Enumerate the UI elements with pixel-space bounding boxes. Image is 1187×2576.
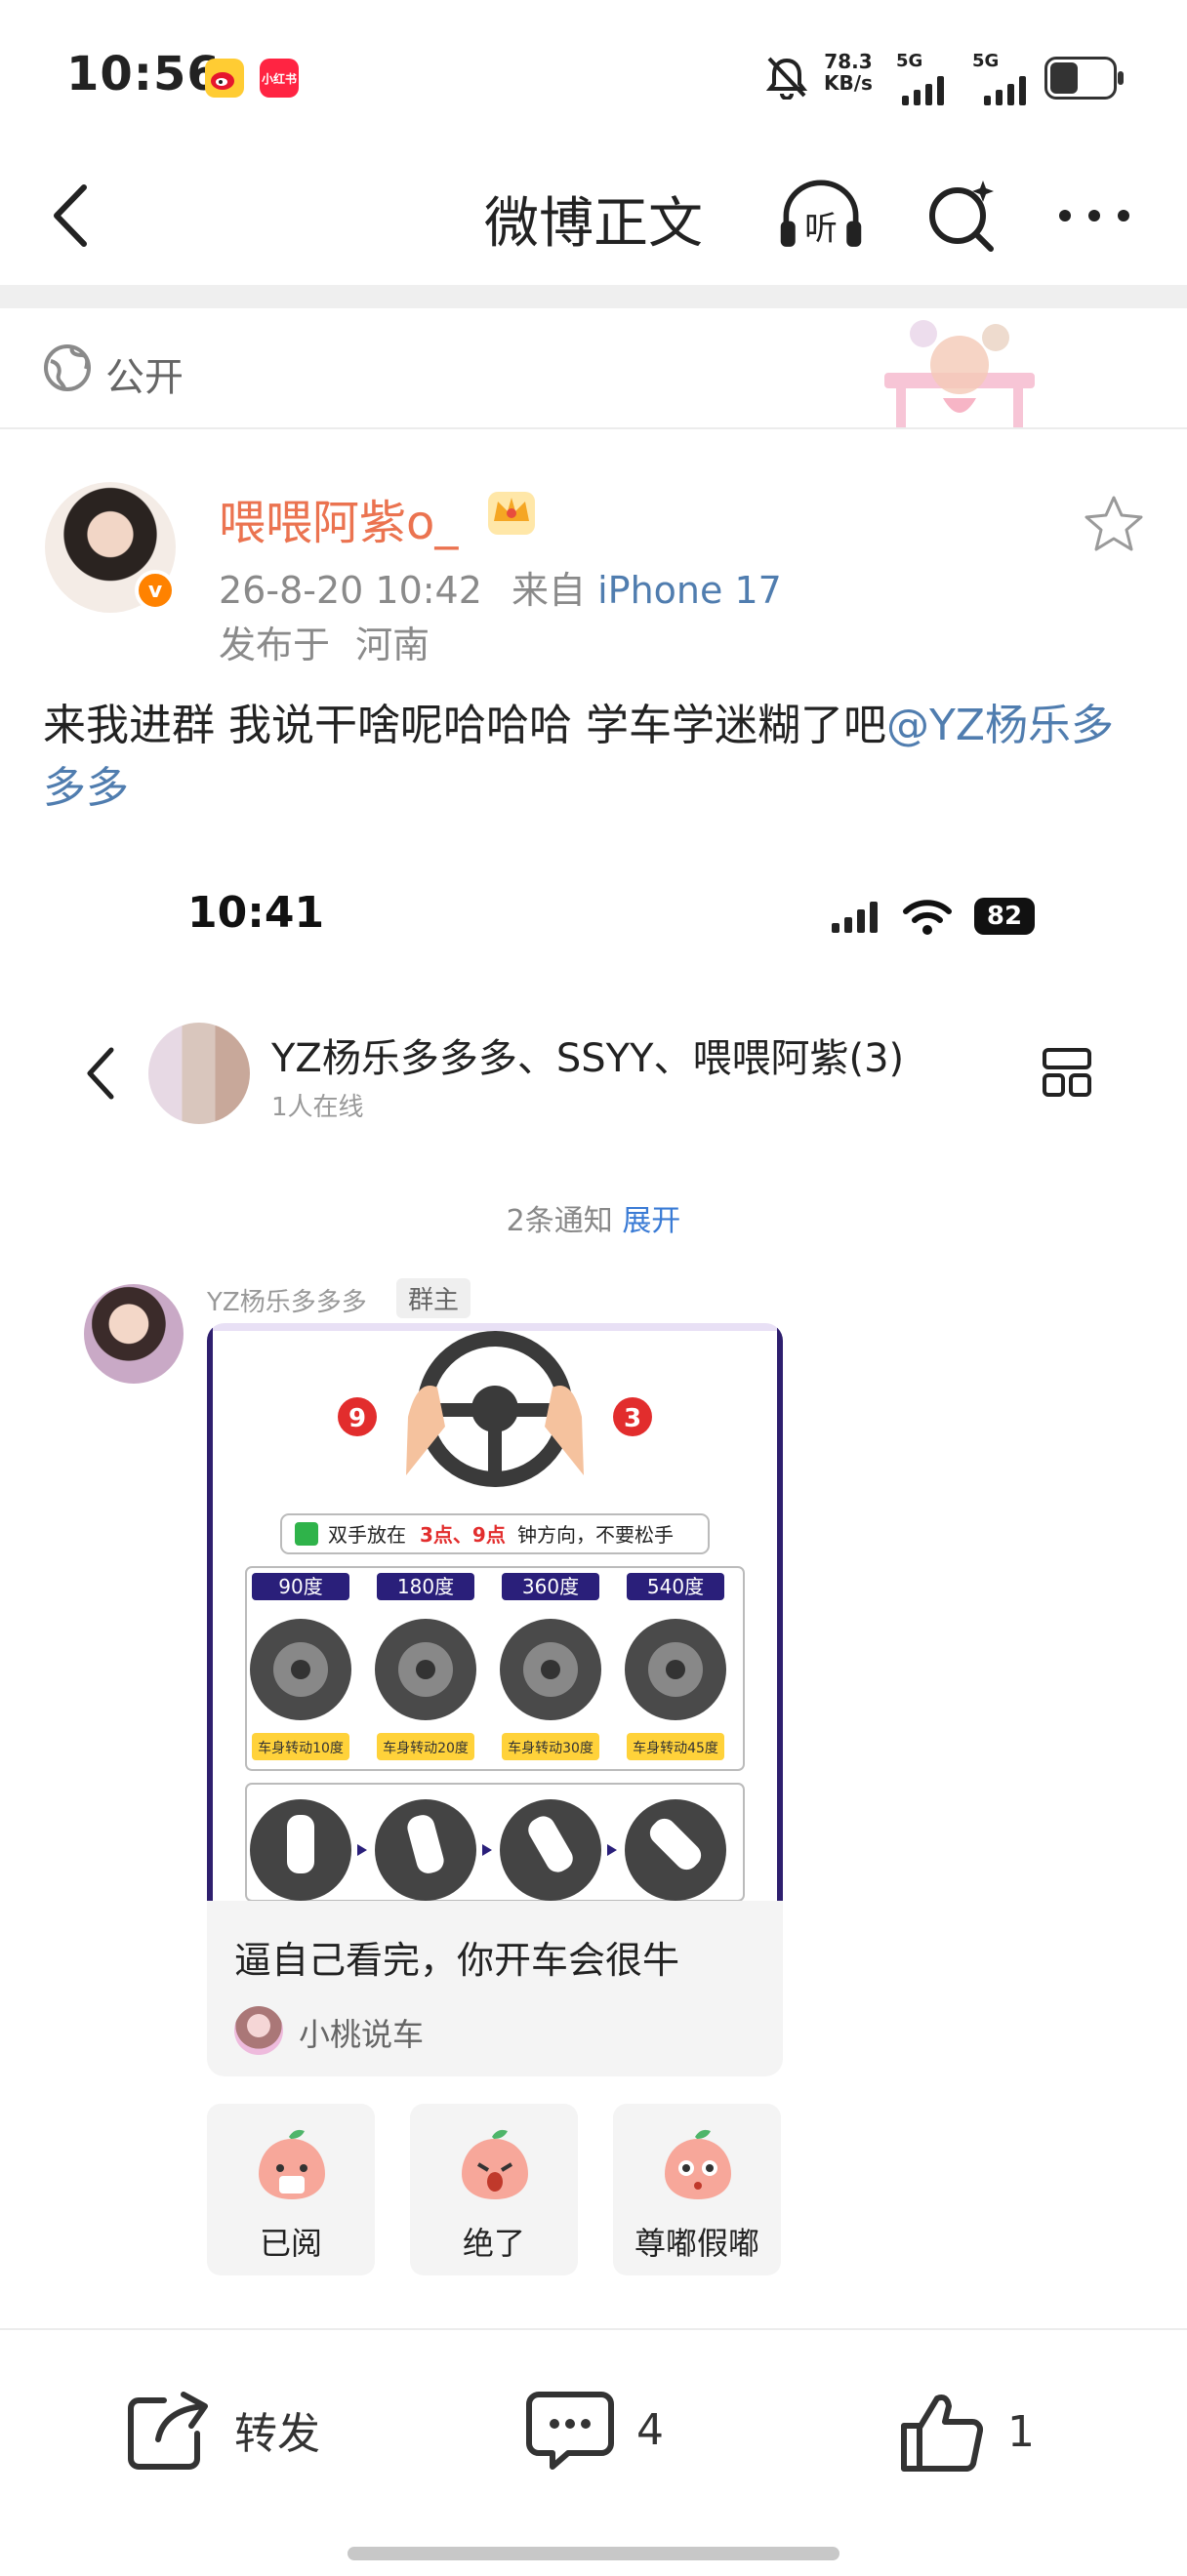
more-icon bbox=[1059, 210, 1129, 221]
svg-text:180度: 180度 bbox=[397, 1575, 454, 1598]
reaction-awesome: 绝了 bbox=[410, 2104, 578, 2275]
peach-face-icon bbox=[665, 2129, 731, 2199]
online-status: 1人在线 bbox=[271, 1093, 364, 1122]
weibo-app-icon bbox=[205, 59, 244, 98]
svg-text:9: 9 bbox=[348, 1404, 366, 1433]
repost-label: 转发 bbox=[234, 2409, 320, 2459]
more-button[interactable] bbox=[1050, 172, 1138, 260]
favorite-star-icon[interactable] bbox=[1082, 492, 1146, 556]
notice-text: 2条通知 bbox=[506, 1204, 613, 1238]
card-source: 小桃说车 bbox=[299, 2016, 425, 2053]
group-layout-icon bbox=[1043, 1048, 1091, 1097]
svg-text:车身转动30度: 车身转动30度 bbox=[508, 1740, 594, 1756]
location-value: 河南 bbox=[355, 624, 430, 666]
reaction-really: 尊嘟假嘟 bbox=[613, 2104, 781, 2275]
svg-text:90度: 90度 bbox=[278, 1575, 322, 1598]
mute-bell-icon bbox=[765, 57, 808, 100]
notice-line: 2条通知 展开 bbox=[0, 1196, 1187, 1239]
repost-button[interactable]: 转发 bbox=[125, 2389, 320, 2471]
sim2-label: 5G bbox=[972, 51, 1000, 71]
reaction-label: 绝了 bbox=[462, 2225, 525, 2262]
card-image: 9 3 双手放在 3点、9点 钟方向，不要松手 90度 车身转动10度 180度… bbox=[207, 1323, 783, 1902]
status-time: 10:56 bbox=[66, 47, 221, 101]
status-bar: 10:56 小红书 78.3 KB/s 5G 5G bbox=[0, 0, 1187, 146]
globe-icon bbox=[44, 344, 91, 391]
steering-infographic: 9 3 双手放在 3点、9点 钟方向，不要松手 90度 车身转动10度 180度… bbox=[213, 1323, 777, 1902]
notice-expand: 展开 bbox=[622, 1204, 681, 1238]
embedded-battery: 82 bbox=[974, 898, 1035, 935]
svg-text:540度: 540度 bbox=[647, 1575, 704, 1598]
post-time: 26-8-20 10:42 bbox=[219, 569, 482, 612]
svg-text:车身转动10度: 车身转动10度 bbox=[258, 1740, 344, 1756]
svg-text:3点、9点: 3点、9点 bbox=[420, 1523, 506, 1547]
decoration-sticker bbox=[884, 320, 1035, 427]
repost-icon bbox=[128, 2392, 208, 2470]
speed-unit: KB/s bbox=[824, 71, 873, 95]
visibility-row: 公开 bbox=[0, 308, 1187, 429]
vip-crown-icon[interactable] bbox=[484, 484, 539, 539]
reaction-label: 已阅 bbox=[259, 2225, 322, 2262]
xiaohongshu-app-icon: 小红书 bbox=[260, 59, 299, 98]
listen-icon: 听 bbox=[780, 180, 862, 247]
peach-face-icon bbox=[462, 2129, 528, 2199]
svg-text:双手放在: 双手放在 bbox=[328, 1523, 406, 1547]
speed-value: 78.3 bbox=[824, 50, 873, 73]
svg-text:车身转动45度: 车身转动45度 bbox=[633, 1740, 718, 1756]
signal-icon bbox=[984, 70, 1026, 105]
visibility-label: 公开 bbox=[105, 355, 184, 400]
svg-text:车身转动20度: 车身转动20度 bbox=[383, 1740, 469, 1756]
embedded-back-icon bbox=[87, 1047, 114, 1100]
post-meta: 26-8-20 10:42 来自 iPhone 17 bbox=[219, 560, 782, 614]
shared-card: 9 3 双手放在 3点、9点 钟方向，不要松手 90度 车身转动10度 180度… bbox=[207, 1323, 783, 2076]
comment-count: 4 bbox=[636, 2404, 664, 2455]
search-button[interactable] bbox=[918, 172, 1005, 260]
reaction-read: 已阅 bbox=[207, 2104, 375, 2275]
home-indicator[interactable] bbox=[348, 2547, 839, 2560]
svg-text:钟方向，不要松手: 钟方向，不要松手 bbox=[517, 1523, 674, 1547]
comment-button[interactable]: 4 bbox=[525, 2389, 664, 2471]
svg-text:360度: 360度 bbox=[522, 1575, 579, 1598]
group-name: YZ杨乐多多多、SSYY、喂喂阿紫(3) bbox=[271, 1036, 905, 1081]
nav-bar: 微博正文 听 bbox=[0, 146, 1187, 283]
thumbs-up-icon bbox=[901, 2395, 984, 2472]
sender-avatar bbox=[84, 1284, 184, 1384]
sim1-label: 5G bbox=[896, 51, 923, 71]
peach-face-icon bbox=[259, 2129, 325, 2199]
embedded-wifi-icon bbox=[903, 900, 952, 935]
post-text: 来我进群 我说干啥呢哈哈哈 学车学迷糊了吧@YZ杨乐多多多 bbox=[43, 695, 1146, 820]
degree-columns: 90度 车身转动10度 180度 车身转动20度 360度 车身转动30度 54… bbox=[250, 1573, 726, 1760]
like-button[interactable]: 1 bbox=[898, 2389, 1035, 2475]
like-count: 1 bbox=[1007, 2406, 1035, 2457]
group-avatar bbox=[148, 1023, 250, 1124]
listen-button[interactable]: 听 bbox=[777, 172, 865, 260]
author-name[interactable]: 喂喂阿紫o_ bbox=[219, 484, 458, 552]
svg-text:听: 听 bbox=[804, 209, 838, 247]
signal-icon bbox=[902, 70, 944, 105]
svg-text:3: 3 bbox=[624, 1404, 641, 1433]
sender-name: YZ杨乐多多多 bbox=[207, 1288, 367, 1317]
embedded-signal-icon bbox=[832, 900, 878, 933]
post-location: 发布于 河南 bbox=[219, 615, 430, 668]
reaction-label: 尊嘟假嘟 bbox=[634, 2225, 759, 2262]
embedded-time: 10:41 bbox=[187, 888, 325, 938]
bottom-action-bar: 转发 4 1 bbox=[0, 2328, 1187, 2576]
battery-icon bbox=[1044, 57, 1124, 100]
post-source[interactable]: iPhone 17 bbox=[597, 569, 782, 612]
from-prefix: 来自 bbox=[512, 569, 587, 612]
verified-badge-icon: v bbox=[135, 570, 176, 611]
card-title: 逼自己看完，你开车会很牛 bbox=[234, 1939, 680, 1982]
role-badge: 群主 bbox=[396, 1278, 471, 1318]
location-prefix: 发布于 bbox=[219, 624, 331, 666]
comment-icon bbox=[526, 2392, 614, 2470]
network-speed: 78.3 KB/s bbox=[824, 51, 873, 94]
card-source-avatar bbox=[234, 2006, 283, 2055]
page-title: 微博正文 bbox=[484, 192, 703, 256]
search-icon bbox=[929, 181, 994, 252]
post-body: 来我进群 我说干啥呢哈哈哈 学车学迷糊了吧 bbox=[43, 701, 886, 750]
